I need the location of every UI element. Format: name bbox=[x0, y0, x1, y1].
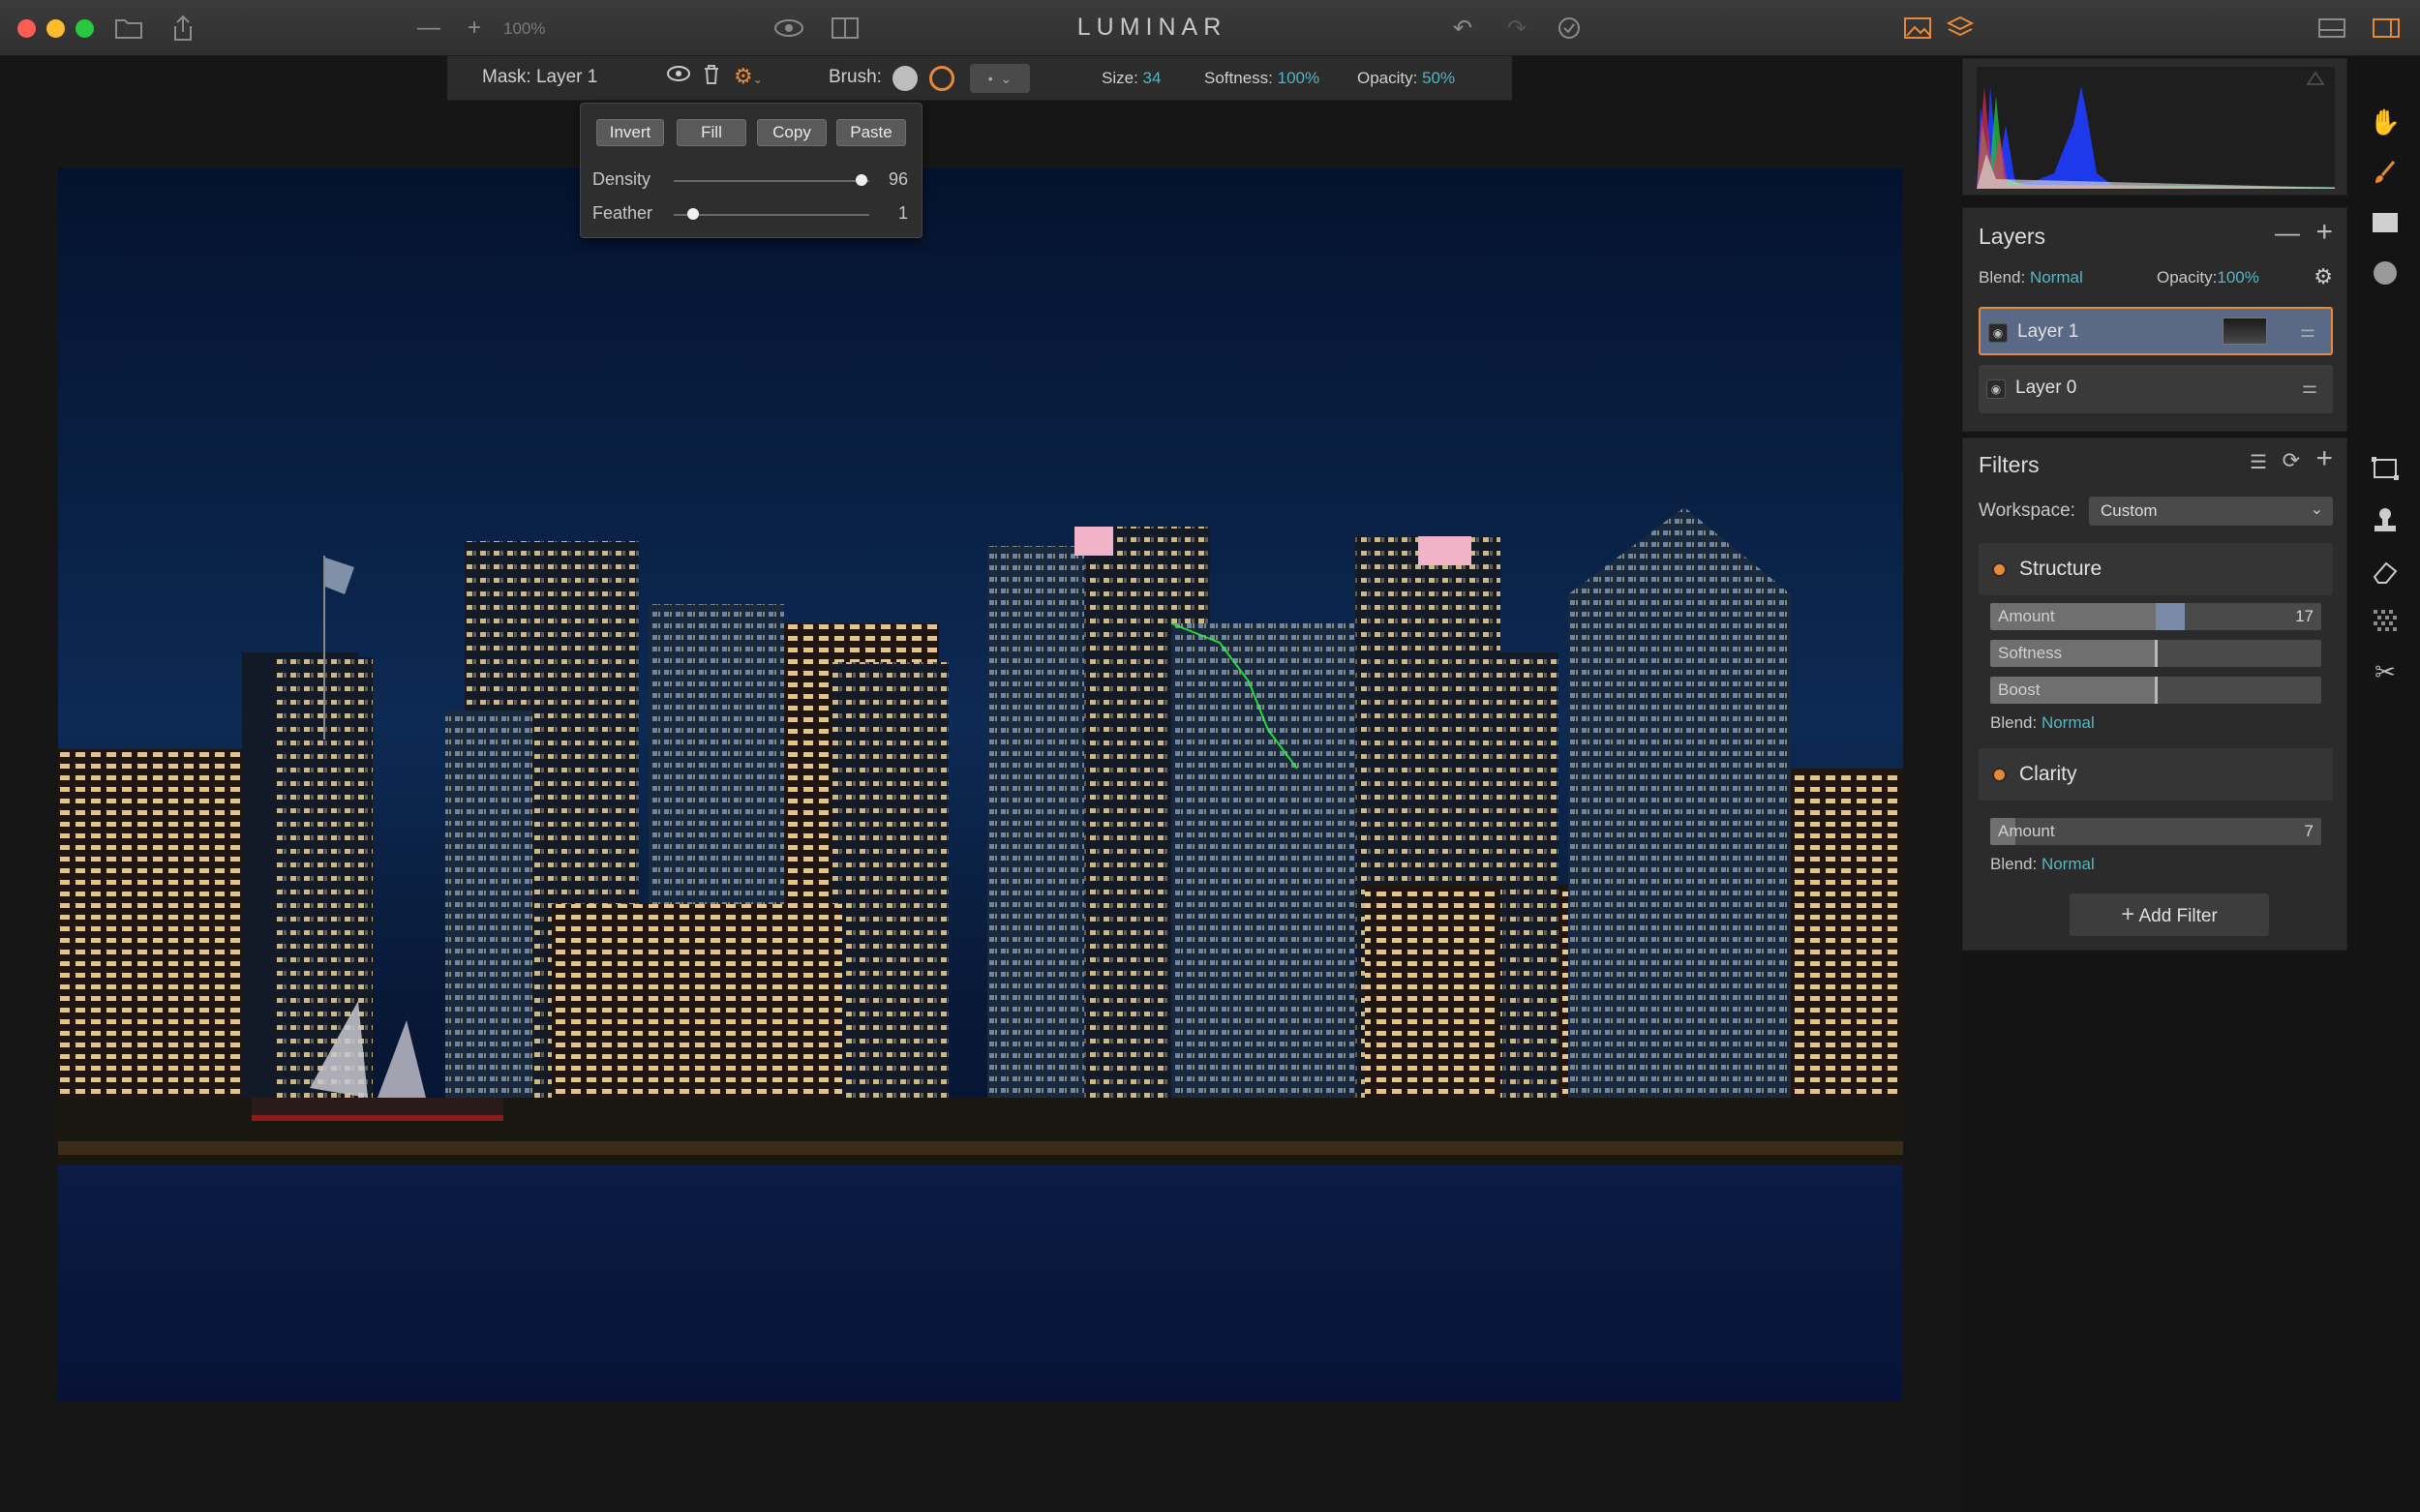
layers-panel: Layers — + Blend: Normal Opacity:100% ⚙ … bbox=[1962, 207, 2347, 432]
filter-enable-dot[interactable] bbox=[1992, 562, 2007, 577]
brush-tool-icon[interactable] bbox=[2368, 155, 2403, 190]
layer-adjust-sliders-icon[interactable]: ⚌ bbox=[2302, 378, 2317, 398]
compare-split-icon[interactable] bbox=[829, 14, 862, 43]
brush-type-dropdown[interactable]: • ⌄ bbox=[970, 64, 1030, 93]
open-folder-icon[interactable] bbox=[112, 14, 145, 43]
photo-canvas[interactable] bbox=[58, 168, 1903, 1402]
brush-opacity[interactable]: Opacity: 50% bbox=[1357, 69, 1455, 88]
gradient-mask-icon[interactable] bbox=[2368, 205, 2403, 240]
structure-amount-slider[interactable]: Amount 17 bbox=[1990, 603, 2321, 630]
clarity-amount-slider[interactable]: Amount 7 bbox=[1990, 818, 2321, 845]
side-panel-toggle-icon[interactable] bbox=[2370, 14, 2403, 43]
layer-opacity[interactable]: Opacity:100% bbox=[2157, 268, 2259, 287]
brush-erase-mode-button[interactable] bbox=[929, 66, 954, 91]
feather-slider-handle[interactable] bbox=[687, 208, 700, 220]
structure-softness-slider[interactable]: Softness bbox=[1990, 640, 2321, 667]
close-window-button[interactable] bbox=[17, 19, 36, 38]
filters-title: Filters bbox=[1979, 452, 2040, 477]
zoom-level[interactable]: 100% bbox=[503, 19, 545, 39]
transform-scissors-icon[interactable]: ✂ bbox=[2368, 654, 2403, 689]
density-label: Density bbox=[592, 169, 651, 189]
filter-name: Clarity bbox=[2019, 763, 2077, 785]
crop-tool-icon[interactable] bbox=[2368, 451, 2403, 486]
layer-row-layer-0[interactable]: ◉ Layer 0 ⚌ bbox=[1979, 365, 2333, 413]
layers-title: Layers bbox=[1979, 224, 2046, 249]
undo-icon[interactable]: ↶ bbox=[1446, 14, 1479, 43]
feather-label: Feather bbox=[592, 203, 653, 223]
brush-size[interactable]: Size: 34 bbox=[1102, 69, 1161, 88]
mask-settings-gear-icon[interactable]: ⚙⌄ bbox=[734, 64, 763, 89]
density-slider-handle[interactable] bbox=[855, 174, 867, 186]
filter-name: Structure bbox=[2019, 558, 2102, 580]
zoom-window-button[interactable] bbox=[76, 19, 94, 38]
erase-tool-icon[interactable] bbox=[2368, 554, 2403, 589]
minimize-window-button[interactable] bbox=[46, 19, 65, 38]
brush-softness[interactable]: Softness: 100% bbox=[1204, 69, 1319, 88]
city-skyline-photo bbox=[58, 507, 1903, 1402]
share-icon[interactable] bbox=[166, 14, 199, 43]
layer-settings-gear-icon[interactable]: ⚙ bbox=[2314, 264, 2333, 289]
layer-name: Layer 1 bbox=[2017, 321, 2079, 342]
density-value: 96 bbox=[888, 169, 908, 189]
histogram-chart bbox=[1977, 67, 2335, 189]
structure-blend-mode[interactable]: Blend: Normal bbox=[1990, 713, 2095, 733]
layer-row-layer-1[interactable]: ◉ Layer 1 ⚌ bbox=[1979, 307, 2333, 355]
layer-blend-mode[interactable]: Blend: Normal bbox=[1979, 268, 2083, 287]
feather-value: 1 bbox=[897, 203, 908, 223]
zoom-in-icon[interactable]: + bbox=[458, 14, 491, 43]
workspace-dropdown[interactable]: Custom ⌄ bbox=[2089, 497, 2333, 526]
filter-list-options-icon[interactable]: ☰ bbox=[2250, 450, 2267, 474]
layer-adjust-sliders-icon[interactable]: ⚌ bbox=[2300, 321, 2315, 342]
clone-stamp-icon[interactable] bbox=[2368, 503, 2403, 538]
mask-visibility-eye-icon[interactable] bbox=[666, 65, 691, 88]
histogram-panel bbox=[1962, 58, 2347, 196]
add-filter-plus-icon[interactable]: + bbox=[2315, 442, 2333, 475]
layer-mask-thumbnail[interactable] bbox=[2223, 318, 2267, 345]
add-filter-button[interactable]: + Add Filter bbox=[2070, 893, 2269, 936]
noise-grain-icon[interactable] bbox=[2368, 604, 2403, 639]
clarity-blend-mode[interactable]: Blend: Normal bbox=[1990, 855, 2095, 874]
brush-label: Brush: bbox=[829, 67, 882, 87]
copy-mask-button[interactable]: Copy bbox=[757, 119, 827, 146]
add-layer-button[interactable]: + bbox=[2315, 216, 2333, 249]
structure-filter-header[interactable]: Structure bbox=[1979, 543, 2333, 595]
history-icon[interactable] bbox=[1553, 14, 1586, 43]
density-slider[interactable] bbox=[674, 180, 869, 182]
hand-tool-icon[interactable]: ✋ bbox=[2368, 105, 2403, 139]
mask-label: Mask: Layer 1 bbox=[482, 67, 598, 87]
app-title: LUMINAR bbox=[1076, 14, 1227, 41]
image-presets-icon[interactable] bbox=[1901, 14, 1934, 43]
filters-panel: Filters ☰ ⟳ + Workspace: Custom ⌄ Struct… bbox=[1962, 438, 2347, 951]
redo-icon[interactable]: ↷ bbox=[1500, 14, 1533, 43]
radial-mask-icon[interactable] bbox=[2368, 256, 2403, 290]
workspace-label: Workspace: bbox=[1979, 500, 2075, 521]
filter-enable-dot[interactable] bbox=[1992, 768, 2007, 782]
paste-mask-button[interactable]: Paste bbox=[836, 119, 906, 146]
brush-paint-mode-button[interactable] bbox=[892, 66, 918, 91]
clarity-filter-header[interactable]: Clarity bbox=[1979, 748, 2333, 801]
mask-toolbar: Mask: Layer 1 ⚙⌄ Brush: • ⌄ Size: 34 Sof… bbox=[447, 56, 1512, 101]
plus-icon: + bbox=[2121, 901, 2135, 927]
remove-layer-button[interactable]: — bbox=[2275, 218, 2300, 248]
layer-name: Layer 0 bbox=[2015, 378, 2077, 398]
mask-options-popup: Invert Fill Copy Paste Density 96 Feathe… bbox=[580, 103, 923, 238]
preview-eye-icon[interactable] bbox=[772, 14, 805, 43]
reset-filters-icon[interactable]: ⟳ bbox=[2283, 448, 2300, 473]
fill-mask-button[interactable]: Fill bbox=[677, 119, 746, 146]
zoom-out-icon[interactable]: — bbox=[412, 14, 445, 43]
invert-mask-button[interactable]: Invert bbox=[596, 119, 664, 146]
layers-toggle-icon[interactable] bbox=[1944, 14, 1977, 43]
feather-slider[interactable] bbox=[674, 214, 869, 216]
structure-boost-slider[interactable]: Boost bbox=[1990, 677, 2321, 704]
layer-visibility-eye-icon[interactable]: ◉ bbox=[1986, 379, 2006, 399]
delete-mask-trash-icon[interactable] bbox=[703, 64, 720, 91]
chevron-down-icon: ⌄ bbox=[2310, 501, 2323, 518]
title-bar: — + 100% LUMINAR ↶ ↷ bbox=[0, 0, 2420, 56]
layout-icon[interactable] bbox=[2315, 14, 2348, 43]
layer-visibility-eye-icon[interactable]: ◉ bbox=[1988, 323, 2008, 343]
